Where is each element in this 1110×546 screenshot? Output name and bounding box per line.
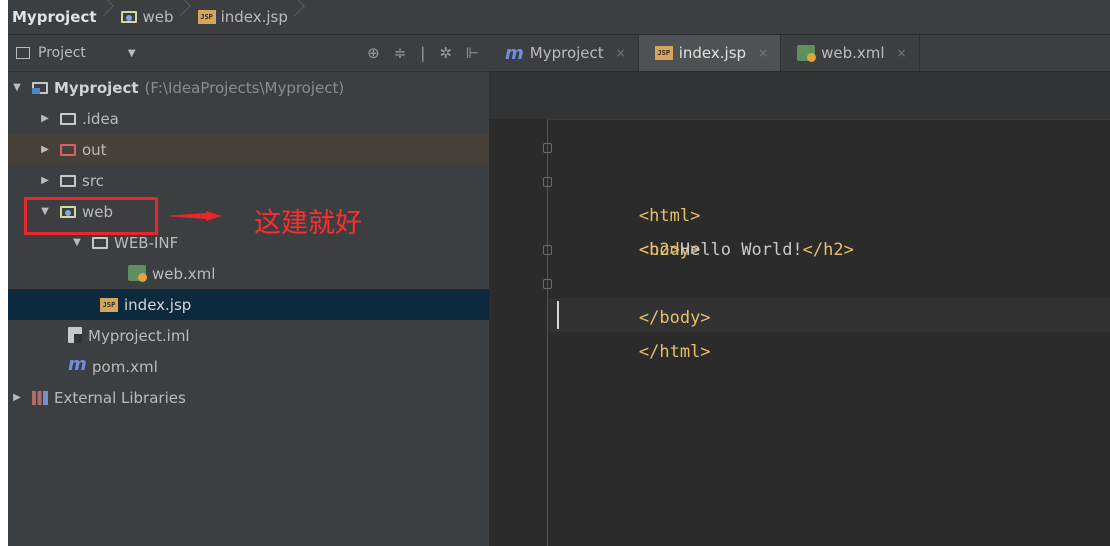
hide-panel-icon[interactable]: ⊩ — [466, 44, 479, 62]
xml-file-icon — [128, 265, 147, 282]
folder-icon — [92, 237, 108, 249]
maven-icon: m — [68, 354, 87, 375]
text-caret — [557, 301, 559, 329]
tree-item-label: Myproject — [54, 78, 139, 97]
breadcrumb-web-label: web — [142, 8, 174, 26]
chevron-down-icon: ▼ — [127, 47, 136, 59]
tree-item-webxml[interactable]: web.xml — [8, 258, 489, 289]
project-view-label: Project — [38, 45, 86, 61]
close-icon[interactable]: × — [616, 46, 626, 60]
jsp-file-icon: JSP — [197, 10, 216, 24]
breadcrumb-separator — [176, 0, 188, 34]
tree-item-label: WEB-INF — [114, 233, 179, 252]
gear-icon[interactable]: ✲ — [439, 44, 452, 62]
editor-header-strip — [489, 72, 1110, 120]
annotation-label: 这建就好 — [254, 208, 362, 239]
code-line: <html> — [543, 131, 854, 226]
library-icon — [32, 390, 48, 405]
tab-label: Myproject — [529, 44, 604, 62]
tree-item-pom[interactable]: m pom.xml — [8, 351, 489, 382]
collapse-all-icon[interactable]: ≑ — [394, 44, 407, 62]
breadcrumb-project[interactable]: Myproject — [8, 0, 97, 34]
folder-icon — [60, 113, 76, 125]
tree-item-label: Myproject.iml — [88, 326, 190, 345]
annotation-highlight-box — [24, 197, 158, 235]
jsp-file-icon: JSP — [654, 46, 673, 60]
breadcrumb-file-label: index.jsp — [220, 8, 288, 26]
project-view-icon — [16, 47, 30, 59]
project-panel: Project ▼ ⊕ ≑ | ✲ ⊩ ▼ Myproject (F:\Idea… — [8, 35, 489, 546]
tree-item-myproject[interactable]: ▼ Myproject (F:\IdeaProjects\Myproject) — [8, 72, 489, 103]
jsp-file-icon: JSP — [100, 297, 118, 312]
scroll-from-source-icon[interactable]: ⊕ — [367, 44, 380, 62]
expand-arrow-icon[interactable]: ▶ — [10, 392, 24, 403]
project-view-selector[interactable]: Project ▼ — [16, 45, 136, 61]
editor-gutter — [489, 119, 549, 546]
project-panel-tools: ⊕ ≑ | ✲ ⊩ — [367, 44, 479, 62]
fold-marker-icon[interactable] — [543, 245, 552, 255]
tree-item-label: pom.xml — [92, 357, 158, 376]
tree-item-label: index.jsp — [124, 295, 192, 314]
tree-item-label: .idea — [82, 109, 119, 128]
expand-arrow-icon[interactable]: ▶ — [38, 144, 52, 155]
close-icon[interactable]: × — [758, 46, 768, 60]
maven-icon: m — [505, 42, 524, 64]
tree-item-out[interactable]: ▶ out — [8, 134, 489, 165]
tree-item-idea[interactable]: ▶ .idea — [8, 103, 489, 134]
tree-item-label: web.xml — [152, 264, 216, 283]
tree-item-src[interactable]: ▶ src — [8, 165, 489, 196]
expand-arrow-icon[interactable]: ▶ — [38, 113, 52, 124]
tab-myproject[interactable]: m Myproject × — [489, 35, 639, 71]
code-tag: </body> — [638, 308, 711, 328]
tab-label: web.xml — [821, 44, 885, 62]
tab-indexjsp[interactable]: JSP index.jsp × — [638, 35, 782, 71]
breadcrumb-separator — [290, 0, 302, 34]
tree-item-iml[interactable]: Myproject.iml — [8, 320, 489, 351]
tab-label: index.jsp — [678, 44, 747, 62]
expand-arrow-icon[interactable]: ▼ — [70, 237, 84, 248]
breadcrumb-separator — [99, 0, 111, 34]
project-panel-header: Project ▼ ⊕ ≑ | ✲ ⊩ — [8, 35, 489, 72]
expand-arrow-icon[interactable]: ▶ — [38, 175, 52, 186]
tree-item-label: out — [82, 140, 107, 159]
close-icon[interactable]: × — [897, 46, 907, 60]
breadcrumb-web[interactable]: web — [113, 0, 174, 34]
tree-item-label: External Libraries — [54, 388, 186, 407]
expand-arrow-icon[interactable]: ▼ — [10, 82, 24, 93]
breadcrumb-file[interactable]: JSP index.jsp — [190, 0, 288, 34]
code-tag: </html> — [638, 342, 711, 362]
excluded-folder-icon — [60, 144, 76, 156]
tree-item-label: src — [82, 171, 104, 190]
editor-tabs: m Myproject × JSP index.jsp × web.xml × — [489, 35, 1110, 72]
tree-item-path: (F:\IdeaProjects\Myproject) — [144, 78, 345, 97]
fold-marker-icon[interactable] — [543, 177, 552, 187]
iml-file-icon — [68, 327, 82, 343]
code-line: </html> — [543, 267, 854, 362]
web-folder-icon — [120, 11, 137, 23]
breadcrumb-project-label: Myproject — [12, 8, 97, 26]
tree-item-indexjsp[interactable]: JSP index.jsp — [8, 289, 489, 320]
breadcrumb: Myproject web JSP index.jsp — [8, 0, 1110, 35]
module-folder-icon — [32, 82, 48, 94]
code-line: <body> — [543, 165, 854, 260]
editor-area: m Myproject × JSP index.jsp × web.xml × … — [489, 35, 1110, 546]
xml-file-icon — [797, 45, 817, 62]
fold-marker-icon[interactable] — [543, 279, 552, 289]
code-line: </body> — [543, 233, 854, 328]
ide-window: Myproject web JSP index.jsp Project ▼ ⊕ … — [8, 0, 1110, 546]
annotation-arrow-icon — [170, 211, 222, 221]
code-line: <h2>Hello World!</h2> — [557, 199, 854, 260]
folder-icon — [60, 175, 76, 187]
tree-item-external-libraries[interactable]: ▶ External Libraries — [8, 382, 489, 413]
tab-webxml[interactable]: web.xml × — [781, 35, 920, 71]
code-content[interactable]: <html> <body> <h2>Hello World!</h2> </bo… — [543, 131, 854, 362]
project-tree: ▼ Myproject (F:\IdeaProjects\Myproject) … — [8, 72, 489, 413]
tool-divider: | — [420, 44, 426, 62]
fold-marker-icon[interactable] — [543, 143, 552, 153]
